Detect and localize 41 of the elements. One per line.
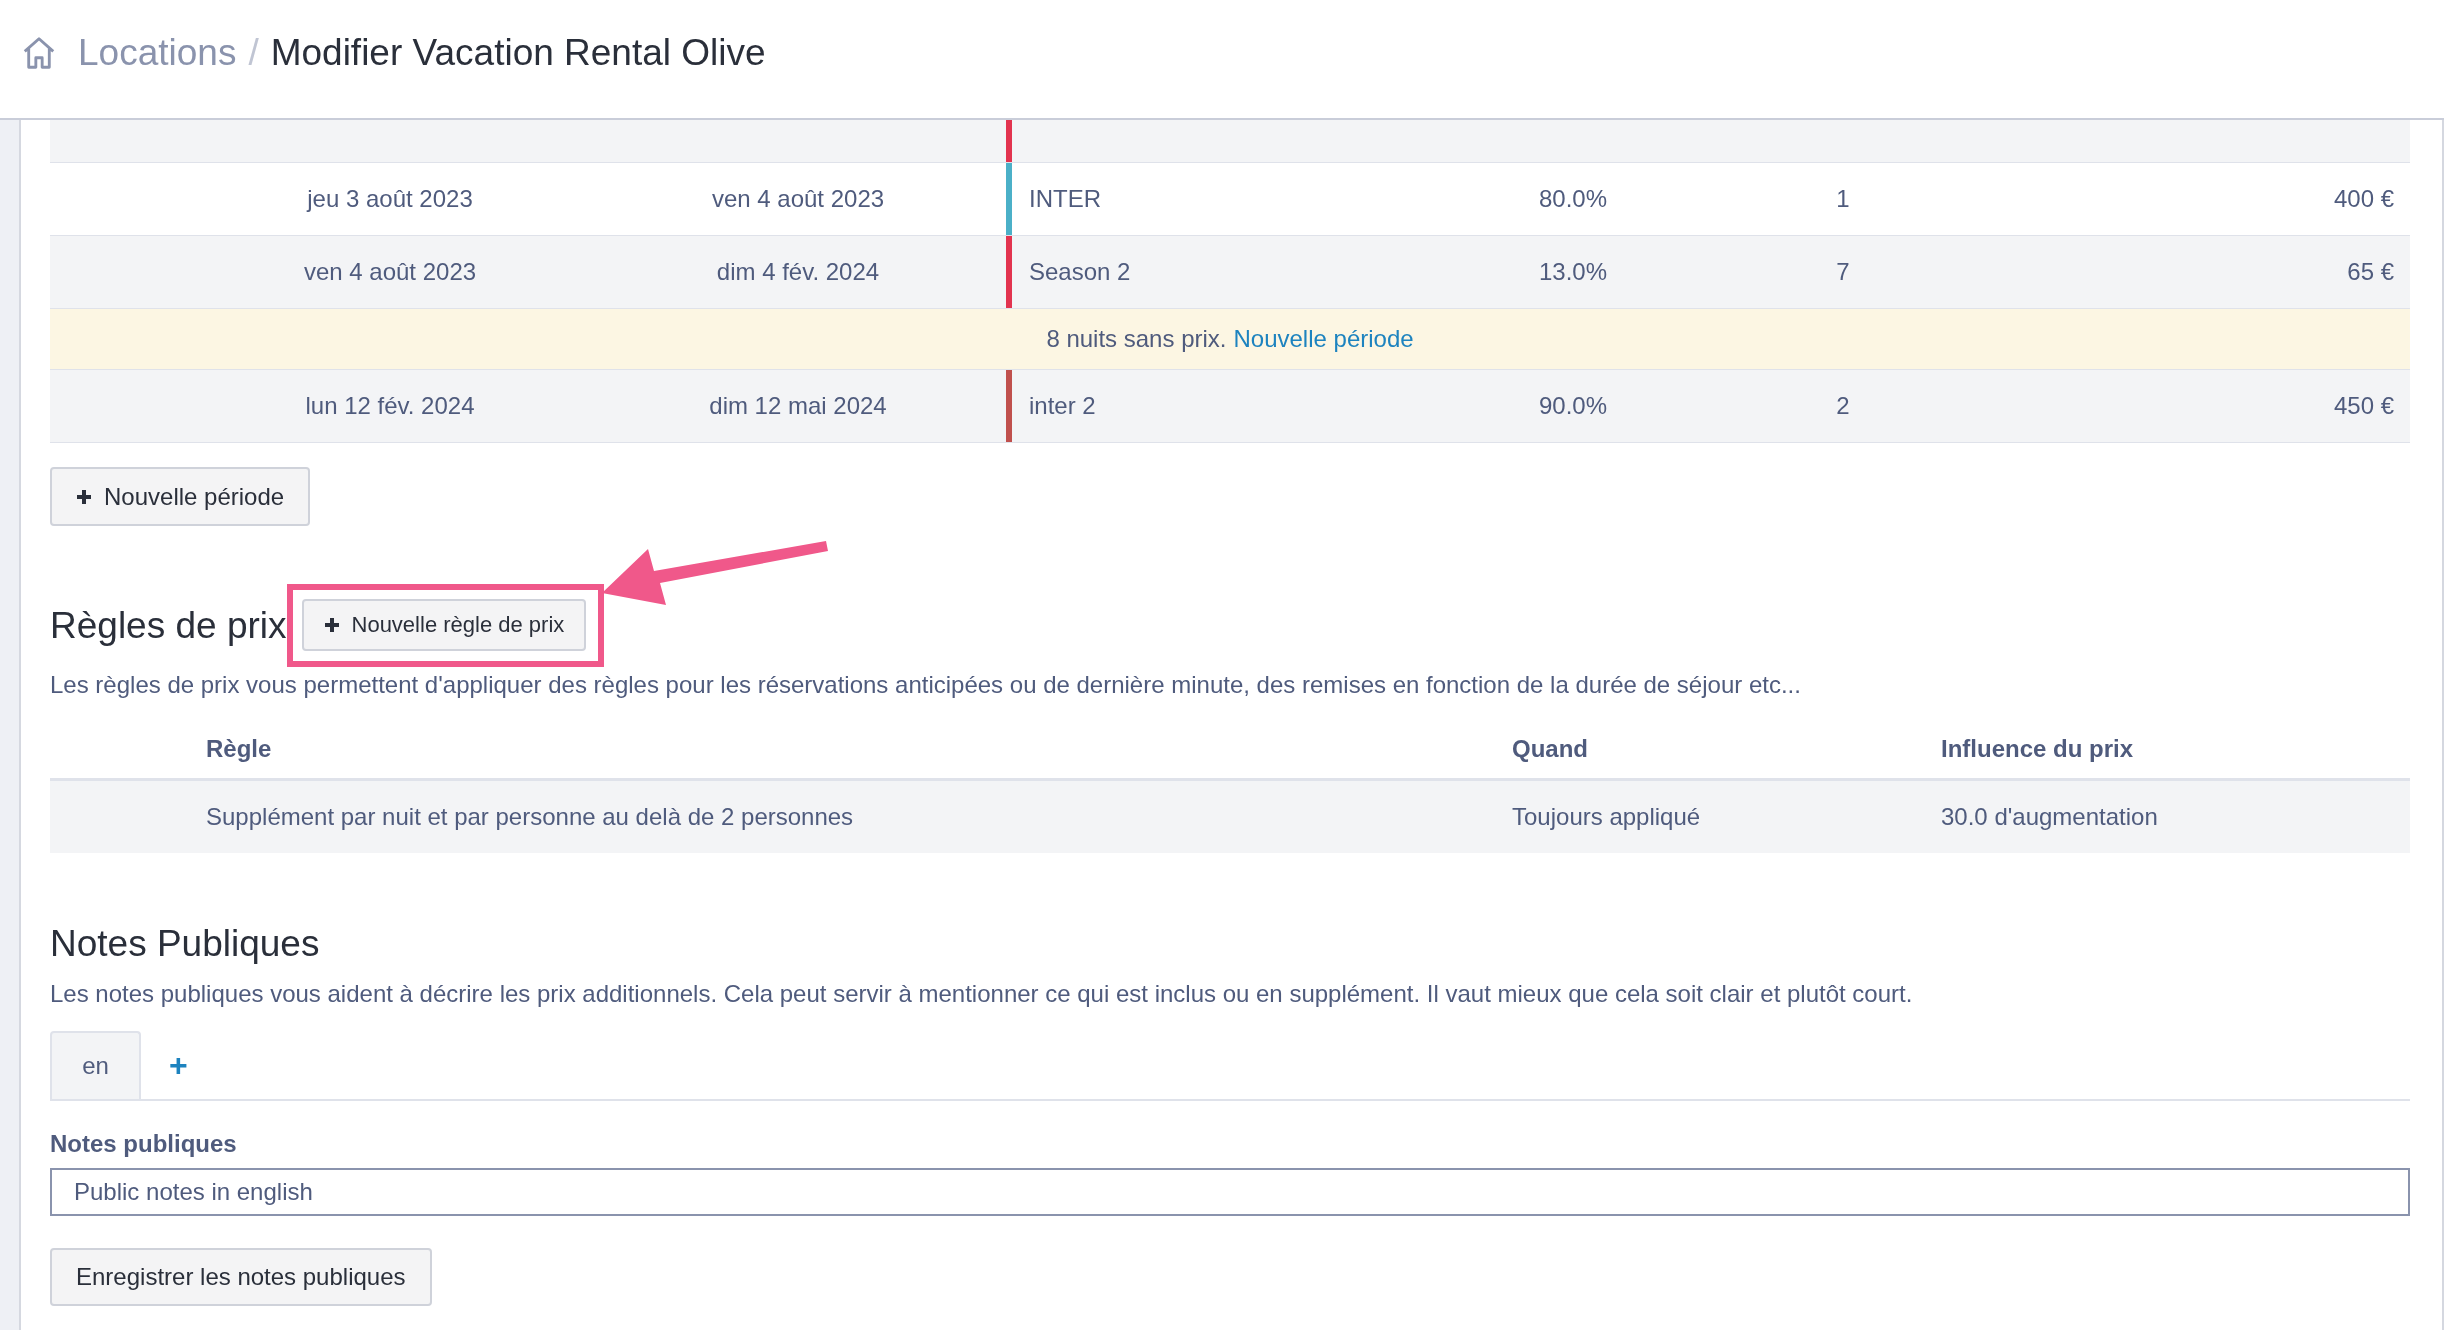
section-heading: Règles de prix <box>50 603 287 648</box>
table-cell-text: dim 12 mai 2024 <box>708 392 888 420</box>
column-header: Influence du prix <box>1941 735 2135 763</box>
new-price-rule-button[interactable]: Nouvelle règle de prix <box>301 599 587 651</box>
table-cell-text: Season 2 <box>1028 258 1132 286</box>
table-cell-text: Supplément par nuit et par personne au delà de 2 personnes <box>205 803 855 831</box>
table-cell-text: 80.0% <box>1537 185 1607 213</box>
table-cell-text: 2 <box>1835 392 1851 420</box>
language-tab[interactable]: en <box>50 1031 141 1099</box>
table-cell-text: 1 <box>1835 185 1851 213</box>
table-cell-text: 400 € <box>2332 185 2395 213</box>
table-cell-text: jeu 3 août 2023 <box>305 185 474 213</box>
table-cell-text: dim 4 fév. 2024 <box>715 258 881 286</box>
table-cell-text: inter 2 <box>1028 392 1097 420</box>
section-heading: Notes Publiques <box>50 922 321 966</box>
table-cell-text: INTER <box>1028 185 1102 213</box>
section-description: Les notes publiques vous aident à décrire les prix additionnels. Cela peut servir à mentionner ce qui est inclus ou en supplément. Il vaut mieux que cela soit clair et plutôt court. <box>50 979 1914 1009</box>
add-language-button[interactable]: + <box>141 1031 216 1099</box>
table-cell-text: 13.0% <box>1537 258 1607 286</box>
gap-text: 8 nuits sans prix. <box>1046 325 1227 353</box>
table-cell-text: ven 4 août 2023 <box>302 258 478 286</box>
column-header: Règle <box>205 735 273 763</box>
new-period-button[interactable]: Nouvelle période <box>50 467 311 526</box>
table-cell-text: Toujours appliqué <box>1512 803 1702 831</box>
table-cell-text: 7 <box>1835 258 1851 286</box>
new-period-link[interactable]: Nouvelle période <box>1233 325 1414 353</box>
field-label: Notes publiques <box>50 1129 238 1159</box>
breadcrumb-separator: / <box>248 32 259 74</box>
table-cell-text: lun 12 fév. 2024 <box>304 392 476 420</box>
table-cell-text: 90.0% <box>1537 392 1607 420</box>
table-cell-text: 30.0 d'augmentation <box>1941 803 2159 831</box>
public-notes-field[interactable]: Public notes in english <box>50 1168 2410 1216</box>
save-notes-button[interactable]: Enregistrer les notes publiques <box>50 1248 432 1306</box>
column-header: Quand <box>1512 735 1589 763</box>
table-cell-text: 65 € <box>2346 258 2395 286</box>
table-cell-text: 450 € <box>2332 392 2395 420</box>
plus-icon <box>76 488 92 505</box>
table-cell-text: ven 4 août 2023 <box>710 185 886 213</box>
page-title: Modifier Vacation Rental Olive <box>270 32 766 74</box>
section-description: Les règles de prix vous permettent d'appliquer des règles pour les réservations anticipées ou de dernière minute, des remises en fonction de la durée de séjour etc... <box>50 670 1802 700</box>
plus-icon <box>323 617 340 633</box>
